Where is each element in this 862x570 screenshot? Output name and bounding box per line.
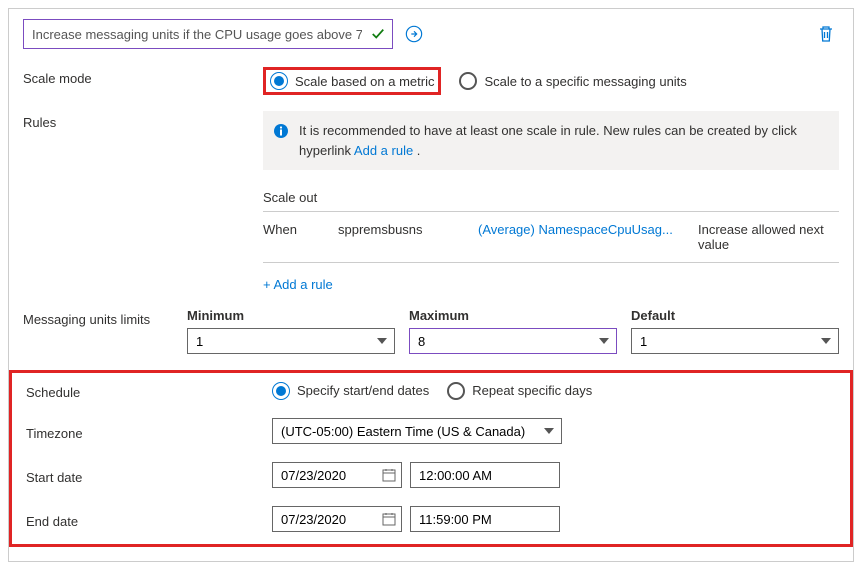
- rules-info-text: It is recommended to have at least one s…: [299, 121, 825, 160]
- maximum-select[interactable]: [409, 328, 617, 354]
- scale-mode-row: Scale mode Scale based on a metric Scale…: [23, 67, 839, 95]
- rules-table: Scale out When sppremsbusns (Average) Na…: [263, 190, 839, 292]
- condition-name-field-wrap: [23, 19, 393, 49]
- add-rule-link[interactable]: + Add a rule: [263, 277, 839, 292]
- submit-arrow-icon[interactable]: [401, 21, 427, 47]
- start-time-input[interactable]: [410, 462, 560, 488]
- condition-name-input[interactable]: [23, 19, 393, 49]
- rules-info-box: It is recommended to have at least one s…: [263, 111, 839, 170]
- rules-table-header: Scale out: [263, 190, 839, 211]
- schedule-startend-radio[interactable]: Specify start/end dates: [272, 382, 429, 400]
- rule-resource: sppremsbusns: [338, 222, 458, 252]
- schedule-repeat-label: Repeat specific days: [472, 383, 592, 398]
- radio-unselected-icon: [459, 72, 477, 90]
- end-date-label: End date: [22, 510, 272, 529]
- maximum-label: Maximum: [409, 308, 617, 323]
- header-row: [23, 19, 839, 49]
- start-date-label: Start date: [22, 466, 272, 485]
- minimum-label: Minimum: [187, 308, 395, 323]
- start-date-row: Start date: [22, 462, 840, 488]
- timezone-label: Timezone: [22, 422, 272, 441]
- default-select[interactable]: [631, 328, 839, 354]
- scale-mode-specific-radio[interactable]: Scale to a specific messaging units: [459, 72, 686, 90]
- timezone-row: Timezone: [22, 418, 840, 444]
- scale-mode-label: Scale mode: [23, 67, 263, 86]
- timezone-select[interactable]: [272, 418, 562, 444]
- end-time-input[interactable]: [410, 506, 560, 532]
- limits-label: Messaging units limits: [23, 308, 187, 327]
- end-date-row: End date: [22, 506, 840, 532]
- highlight-schedule-block: Schedule Specify start/end dates Repeat …: [9, 370, 853, 547]
- info-icon: [273, 123, 289, 139]
- rule-when-label: When: [263, 222, 318, 252]
- rules-row: Rules It is recommended to have at least…: [23, 111, 839, 292]
- radio-selected-icon: [270, 72, 288, 90]
- highlight-scale-based-metric: Scale based on a metric: [263, 67, 441, 95]
- schedule-label: Schedule: [22, 381, 272, 400]
- schedule-row: Schedule Specify start/end dates Repeat …: [22, 381, 840, 400]
- radio-unselected-icon: [447, 382, 465, 400]
- rules-table-row[interactable]: When sppremsbusns (Average) NamespaceCpu…: [263, 212, 839, 263]
- default-label: Default: [631, 308, 839, 323]
- scale-mode-metric-label: Scale based on a metric: [295, 74, 434, 89]
- rule-metric-link[interactable]: (Average) NamespaceCpuUsag...: [478, 222, 678, 252]
- delete-condition-icon[interactable]: [813, 21, 839, 47]
- schedule-repeat-radio[interactable]: Repeat specific days: [447, 382, 592, 400]
- add-rule-inline-link[interactable]: Add a rule: [354, 143, 413, 158]
- schedule-startend-label: Specify start/end dates: [297, 383, 429, 398]
- scale-mode-metric-radio[interactable]: Scale based on a metric: [270, 72, 434, 90]
- minimum-select[interactable]: [187, 328, 395, 354]
- limits-row: Messaging units limits Minimum Maximum D…: [23, 308, 839, 354]
- calendar-icon[interactable]: [382, 512, 396, 526]
- radio-selected-icon: [272, 382, 290, 400]
- rules-label: Rules: [23, 111, 263, 130]
- valid-check-icon: [371, 27, 385, 41]
- autoscale-condition-panel: Scale mode Scale based on a metric Scale…: [8, 8, 854, 562]
- rule-action: Increase allowed next value: [698, 222, 839, 252]
- scale-mode-specific-label: Scale to a specific messaging units: [484, 74, 686, 89]
- calendar-icon[interactable]: [382, 468, 396, 482]
